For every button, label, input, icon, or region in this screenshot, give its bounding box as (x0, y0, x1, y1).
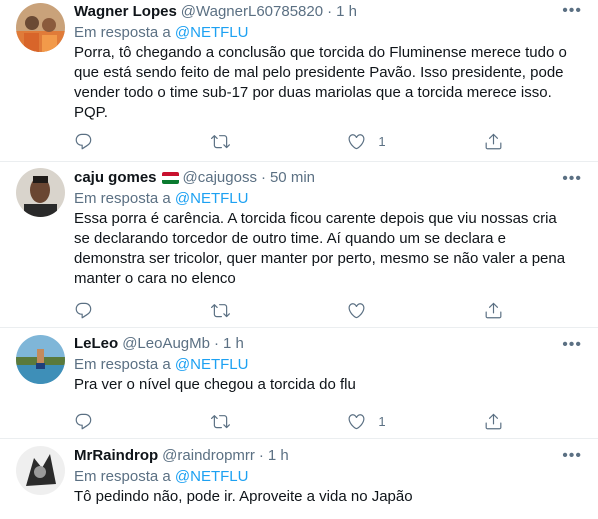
reply-label: Em resposta a (74, 190, 171, 207)
user-handle[interactable]: @cajugoss (183, 168, 257, 188)
tweet-actions: 1 (74, 131, 504, 151)
tweet[interactable]: MrRaindrop @raindropmrr · 1 h ••• Em res… (0, 439, 598, 519)
mention-link[interactable]: @NETFLU (175, 468, 249, 485)
retweet-button[interactable] (210, 132, 316, 151)
tweet-text: Pra ver o nível que chegou a torcida do … (74, 376, 356, 393)
like-button[interactable]: 1 (347, 132, 452, 151)
avatar[interactable] (16, 335, 65, 384)
separator-dot: · (327, 3, 333, 20)
reply-feed: Wagner Lopes @WagnerL60785820 · 1 h ••• … (0, 0, 598, 519)
mention-link[interactable]: @NETFLU (175, 190, 249, 207)
share-button[interactable] (484, 301, 504, 320)
avatar[interactable] (16, 168, 65, 217)
reply-icon (75, 133, 92, 149)
tweet-header: MrRaindrop @raindropmrr · 1 h (74, 439, 582, 466)
reply-button[interactable] (74, 412, 179, 431)
heart-icon (348, 133, 365, 149)
tweet-actions (74, 300, 504, 320)
reply-button[interactable] (74, 132, 179, 151)
separator-dot: · (213, 335, 219, 352)
reply-icon (75, 413, 92, 429)
share-button[interactable] (484, 132, 504, 151)
more-options-icon[interactable]: ••• (562, 337, 582, 353)
mention-link[interactable]: @NETFLU (175, 24, 249, 41)
like-button[interactable] (347, 301, 452, 320)
tweet-actions: 1 (74, 411, 504, 431)
avatar[interactable] (16, 446, 65, 495)
heart-icon (348, 302, 365, 318)
separator-dot: · (258, 447, 264, 464)
retweet-button[interactable] (210, 412, 316, 431)
retweet-icon (210, 303, 230, 317)
timestamp[interactable]: 1 h (223, 334, 244, 354)
tweet-header: caju gomes @cajugoss · 50 min (74, 162, 582, 188)
reply-context: Em resposta a @NETFLU (74, 189, 582, 209)
reply-label: Em resposta a (74, 356, 171, 373)
user-handle[interactable]: @WagnerL60785820 (181, 2, 323, 22)
reply-label: Em resposta a (74, 468, 171, 485)
reply-context: Em resposta a @NETFLU (74, 23, 582, 43)
retweet-icon (210, 414, 230, 428)
more-options-icon[interactable]: ••• (562, 448, 582, 464)
tweet-text: Essa porra é carência. A torcida ficou c… (74, 210, 566, 287)
user-handle[interactable]: @LeoAugMb (122, 334, 210, 354)
reply-button[interactable] (74, 301, 179, 320)
tweet-header: Wagner Lopes @WagnerL60785820 · 1 h (74, 0, 582, 22)
reply-context: Em resposta a @NETFLU (74, 467, 582, 487)
flag-emoji-icon (161, 172, 179, 184)
reply-context: Em resposta a @NETFLU (74, 355, 582, 375)
reply-label: Em resposta a (74, 24, 171, 41)
tweet-text: Tô pedindo não, pode ir. Aproveite a vid… (74, 488, 413, 505)
display-name[interactable]: LeLeo (74, 334, 118, 354)
share-icon (485, 302, 502, 318)
heart-icon (348, 413, 365, 429)
timestamp[interactable]: 50 min (270, 168, 315, 188)
like-button[interactable]: 1 (347, 412, 452, 431)
share-button[interactable] (484, 412, 504, 431)
user-handle[interactable]: @raindropmrr (162, 446, 255, 466)
avatar[interactable] (16, 3, 65, 52)
timestamp[interactable]: 1 h (268, 446, 289, 466)
timestamp[interactable]: 1 h (336, 2, 357, 22)
share-icon (485, 413, 502, 429)
mention-link[interactable]: @NETFLU (175, 356, 249, 373)
display-name[interactable]: Wagner Lopes (74, 2, 177, 22)
flag-stripe (161, 180, 179, 184)
tweet-text: Porra, tô chegando a conclusão que torci… (74, 44, 567, 121)
display-name[interactable]: MrRaindrop (74, 446, 158, 466)
more-options-icon[interactable]: ••• (562, 3, 582, 19)
tweet[interactable]: Wagner Lopes @WagnerL60785820 · 1 h ••• … (0, 0, 598, 162)
separator-dot: · (260, 169, 266, 186)
retweet-button[interactable] (210, 301, 316, 320)
share-icon (485, 133, 502, 149)
tweet-header: LeLeo @LeoAugMb · 1 h (74, 328, 582, 354)
more-options-icon[interactable]: ••• (562, 171, 582, 187)
reply-icon (75, 302, 92, 318)
display-name[interactable]: caju gomes (74, 168, 157, 188)
like-count: 1 (378, 133, 386, 149)
like-count: 1 (378, 413, 386, 429)
retweet-icon (210, 134, 230, 148)
